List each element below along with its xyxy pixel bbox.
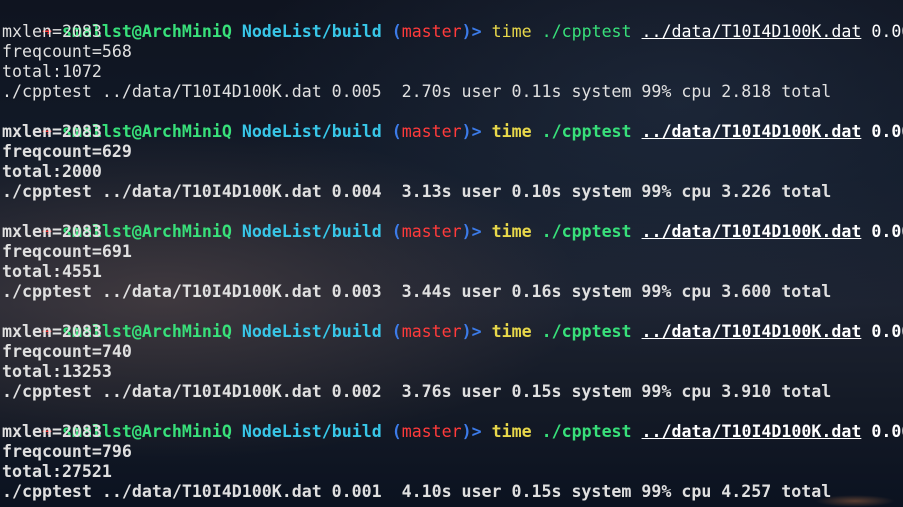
command-program: ./cpptest [541,122,632,141]
command-threshold: 0.005 [871,22,903,41]
output-timing: ./cpptest ../data/T10I4D100K.dat 0.003 3… [2,282,832,301]
command-program: ./cpptest [541,322,632,341]
command-file-arg[interactable]: ../data/T10I4D100K.dat [642,422,862,441]
prompt-host: ArchMiniQ [141,322,232,341]
prompt-paren-close: ) [461,222,472,241]
prompt-line: ➜ smallst@ArchMiniQ NodeList/build (mast… [2,102,903,141]
git-branch: master [401,122,462,141]
git-branch: master [401,222,462,241]
command-time: time [491,122,532,141]
prompt-at: @ [131,122,142,141]
output-timing: ./cpptest ../data/T10I4D100K.dat 0.004 3… [2,182,832,201]
command-threshold: 0.002 [871,322,903,341]
prompt-line: ➜ smallst@ArchMiniQ NodeList/build (mast… [2,402,903,441]
output-freqcount: freqcount=629 [2,142,132,161]
prompt-gt: > [471,22,482,41]
output-freqcount: freqcount=796 [2,442,132,461]
command-file-arg[interactable]: ../data/T10I4D100K.dat [642,22,862,41]
output-total: total:1072 [2,62,102,81]
prompt-paren-close: ) [461,22,472,41]
prompt-paren-open: ( [391,22,402,41]
output-timing: ./cpptest ../data/T10I4D100K.dat 0.002 3… [2,382,832,401]
prompt-host: ArchMiniQ [141,22,232,41]
prompt-at: @ [131,422,142,441]
command-file-arg[interactable]: ../data/T10I4D100K.dat [642,322,862,341]
prompt-paren-close: ) [461,122,472,141]
prompt-line: ➜ smallst@ArchMiniQ NodeList/build (mast… [2,202,903,241]
prompt-path: NodeList/build [241,122,382,141]
git-branch: master [401,22,462,41]
prompt-line: ➜ smallst@ArchMiniQ NodeList/build (mast… [2,2,903,41]
git-branch: master [401,322,462,341]
command-file-arg[interactable]: ../data/T10I4D100K.dat [642,122,862,141]
prompt-path: NodeList/build [241,22,382,41]
terminal-window[interactable]: ➜ smallst@ArchMiniQ NodeList/build (mast… [2,2,903,507]
command-program: ./cpptest [541,222,632,241]
command-time: time [491,22,532,41]
prompt-at: @ [131,322,142,341]
command-time: time [491,322,532,341]
output-timing: ./cpptest ../data/T10I4D100K.dat 0.001 4… [2,482,832,501]
prompt-paren-close: ) [461,322,472,341]
prompt-paren-open: ( [391,222,402,241]
prompt-paren-close: ) [461,422,472,441]
git-branch: master [401,422,462,441]
output-freqcount: freqcount=568 [2,42,132,61]
prompt-host: ArchMiniQ [141,122,232,141]
wallpaper-glow [815,495,895,507]
prompt-paren-open: ( [391,122,402,141]
prompt-paren-open: ( [391,422,402,441]
prompt-gt: > [471,322,482,341]
output-total: total:27521 [2,462,112,481]
command-time: time [491,222,532,241]
prompt-gt: > [471,122,482,141]
command-time: time [491,422,532,441]
prompt-gt: > [471,222,482,241]
output-timing: ./cpptest ../data/T10I4D100K.dat 0.005 2… [2,82,832,101]
prompt-path: NodeList/build [241,222,382,241]
output-freqcount: freqcount=740 [2,342,132,361]
output-total: total:13253 [2,362,112,381]
command-threshold: 0.003 [871,222,903,241]
prompt-host: ArchMiniQ [141,422,232,441]
prompt-path: NodeList/build [241,322,382,341]
output-freqcount: freqcount=691 [2,242,132,261]
prompt-host: ArchMiniQ [141,222,232,241]
prompt-at: @ [131,22,142,41]
prompt-gt: > [471,422,482,441]
output-total: total:4551 [2,262,102,281]
command-program: ./cpptest [541,22,632,41]
prompt-line: ➜ smallst@ArchMiniQ NodeList/build (mast… [2,302,903,341]
command-file-arg[interactable]: ../data/T10I4D100K.dat [642,222,862,241]
output-total: total:2000 [2,162,102,181]
prompt-at: @ [131,222,142,241]
prompt-paren-open: ( [391,322,402,341]
command-program: ./cpptest [541,422,632,441]
prompt-path: NodeList/build [241,422,382,441]
command-threshold: 0.001 [871,422,903,441]
command-threshold: 0.004 [871,122,903,141]
